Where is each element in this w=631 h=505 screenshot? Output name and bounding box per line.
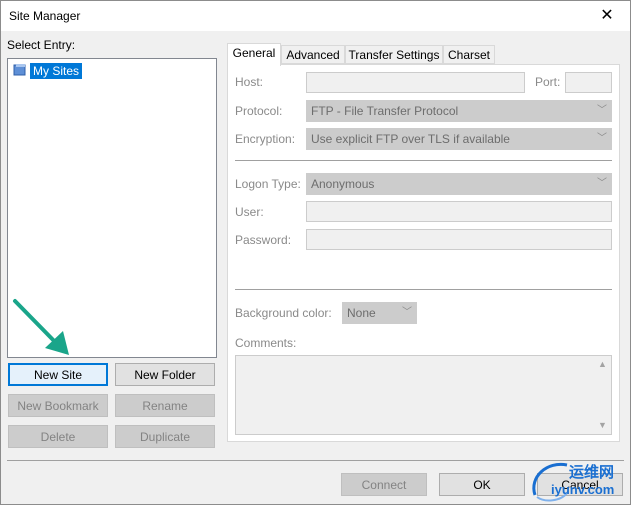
- select-entry-label: Select Entry:: [7, 38, 76, 52]
- watermark-logo: 运维网 iyunv.com: [527, 457, 627, 505]
- chevron-down-icon: ﹀: [402, 307, 412, 318]
- protocol-value: FTP - File Transfer Protocol: [311, 104, 459, 118]
- background-color-label: Background color:: [235, 306, 332, 320]
- ok-button[interactable]: OK: [439, 473, 525, 496]
- watermark-cn-text: 运维网: [569, 464, 615, 481]
- new-folder-button[interactable]: New Folder: [115, 363, 215, 386]
- encryption-select[interactable]: Use explicit FTP over TLS if available ﹀: [306, 128, 612, 150]
- chevron-down-icon: ﹀: [597, 105, 607, 116]
- encryption-value: Use explicit FTP over TLS if available: [311, 132, 510, 146]
- chevron-down-icon: ﹀: [597, 133, 607, 144]
- general-panel: Host: Port: Protocol: FTP - File Transfe…: [227, 64, 620, 442]
- tab-advanced[interactable]: Advanced: [281, 45, 345, 64]
- password-input[interactable]: [306, 229, 612, 250]
- tab-charset[interactable]: Charset: [443, 45, 495, 64]
- window-title: Site Manager: [9, 9, 81, 23]
- site-manager-window: Site Manager ✕ Select Entry: My Sites Ne…: [0, 0, 631, 505]
- port-input[interactable]: [565, 72, 612, 93]
- connect-button[interactable]: Connect: [341, 473, 427, 496]
- new-bookmark-button[interactable]: New Bookmark: [8, 394, 108, 417]
- scroll-down-icon[interactable]: ▼: [594, 417, 611, 434]
- comments-scrollbar[interactable]: ▲ ▼: [594, 356, 611, 434]
- password-label: Password:: [235, 233, 292, 247]
- user-label: User:: [235, 205, 264, 219]
- delete-button[interactable]: Delete: [8, 425, 108, 448]
- chevron-down-icon: ﹀: [597, 178, 607, 189]
- logon-type-value: Anonymous: [311, 177, 375, 191]
- watermark-url-text: iyunv.com: [551, 482, 615, 497]
- rename-button[interactable]: Rename: [115, 394, 215, 417]
- tree-item-label: My Sites: [30, 63, 83, 79]
- background-color-value: None: [347, 306, 376, 320]
- host-input[interactable]: [306, 72, 525, 93]
- scroll-up-icon[interactable]: ▲: [594, 356, 611, 373]
- encryption-label: Encryption:: [235, 132, 296, 146]
- tab-general[interactable]: General: [227, 43, 281, 66]
- port-label: Port:: [535, 75, 561, 89]
- logon-type-label: Logon Type:: [235, 177, 301, 191]
- comments-textarea[interactable]: [235, 355, 612, 435]
- tab-transfer-settings[interactable]: Transfer Settings: [345, 45, 443, 64]
- separator: [235, 160, 612, 161]
- folder-icon: [13, 63, 27, 80]
- comments-label: Comments:: [235, 336, 297, 350]
- new-site-button[interactable]: New Site: [8, 363, 108, 386]
- host-label: Host:: [235, 75, 264, 89]
- logon-type-select[interactable]: Anonymous ﹀: [306, 173, 612, 195]
- close-icon[interactable]: ✕: [584, 1, 630, 31]
- protocol-label: Protocol:: [235, 104, 283, 118]
- user-input[interactable]: [306, 201, 612, 222]
- background-color-select[interactable]: None ﹀: [342, 302, 417, 324]
- protocol-select[interactable]: FTP - File Transfer Protocol ﹀: [306, 100, 612, 122]
- duplicate-button[interactable]: Duplicate: [115, 425, 215, 448]
- green-arrow-icon: [13, 299, 69, 355]
- tree-item-my-sites[interactable]: My Sites: [13, 62, 83, 80]
- title-bar: Site Manager ✕: [1, 1, 630, 31]
- separator: [235, 289, 612, 290]
